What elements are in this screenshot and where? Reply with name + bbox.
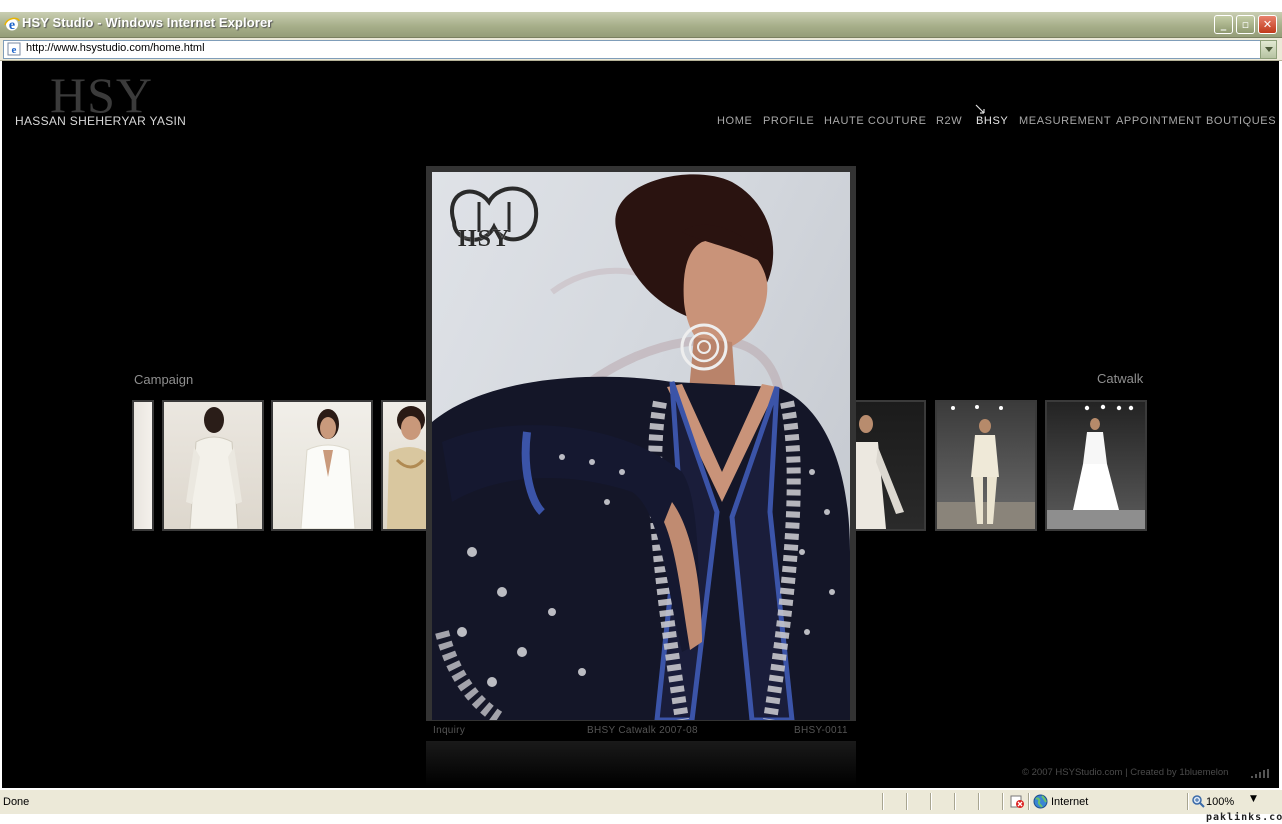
catwalk-thumbnail[interactable]: [854, 400, 926, 531]
campaign-thumbnail[interactable]: [381, 400, 428, 531]
zoom-magnifier-icon[interactable]: [1192, 795, 1205, 808]
nav-measurement[interactable]: MEASUREMENT: [1019, 115, 1111, 127]
site-copyright: © 2007 HSYStudio.com | Created by 1bluem…: [1022, 767, 1229, 778]
status-divider: [1187, 793, 1189, 810]
zoom-dropdown-chevron-icon[interactable]: ▼: [1250, 794, 1257, 804]
page-viewport: HSY HASSAN SHEHERYAR YASIN HOME PROFILE …: [2, 61, 1279, 788]
internet-zone-globe-icon[interactable]: [1033, 794, 1048, 809]
site-logo-name[interactable]: HASSAN SHEHERYAR YASIN: [15, 114, 186, 128]
catwalk-thumbnail[interactable]: [935, 400, 1037, 531]
campaign-thumbnail[interactable]: [132, 400, 154, 531]
featured-item-code: BHSY-0011: [794, 725, 848, 736]
catwalk-photo-runway: [1047, 404, 1145, 529]
nav-boutiques[interactable]: BOUTIQUES: [1206, 115, 1276, 127]
featured-reflection: [426, 741, 856, 786]
page-icon: e: [7, 42, 21, 56]
status-divider: [978, 793, 980, 810]
sound-bars-icon[interactable]: [1251, 769, 1269, 778]
nav-bhsy[interactable]: BHSY: [976, 115, 1008, 127]
minimize-button[interactable]: _: [1214, 15, 1233, 34]
nav-haute-couture[interactable]: HAUTE COUTURE: [824, 115, 927, 127]
nav-home[interactable]: HOME: [717, 115, 752, 127]
catwalk-label[interactable]: Catwalk: [1097, 371, 1143, 386]
nav-profile[interactable]: PROFILE: [763, 115, 814, 127]
watermark-text: paklinks.com: [1206, 812, 1282, 823]
address-url: http://www.hsystudio.com/home.html: [26, 42, 205, 54]
campaign-photo-gold-outfit: [387, 406, 426, 529]
internet-explorer-icon: e: [4, 17, 20, 32]
window-title: HSY Studio - Windows Internet Explorer: [22, 15, 273, 30]
blocked-content-icon[interactable]: [1010, 795, 1025, 809]
security-zone-label: Internet: [1051, 796, 1089, 808]
maximize-button[interactable]: ▫: [1236, 15, 1255, 34]
catwalk-photo-model: [856, 415, 904, 529]
campaign-thumbnail[interactable]: [271, 400, 373, 531]
featured-image[interactable]: HSY: [432, 172, 850, 720]
catwalk-thumbnail[interactable]: [1045, 400, 1147, 531]
featured-image-frame: HSY: [426, 166, 856, 721]
status-divider: [1028, 793, 1030, 810]
status-divider: [930, 793, 932, 810]
close-button[interactable]: ✕: [1258, 15, 1277, 34]
address-bar: e http://www.hsystudio.com/home.html: [0, 38, 1282, 61]
campaign-thumbnail[interactable]: [162, 400, 264, 531]
status-divider: [954, 793, 956, 810]
nav-appointment[interactable]: APPOINTMENT: [1116, 115, 1202, 127]
campaign-photo-back-view: [186, 407, 242, 529]
campaign-photo-white-outfit: [300, 409, 356, 529]
browser-status-bar: Done Internet 100% ▼: [0, 789, 1282, 814]
mouse-cursor-icon: [975, 104, 985, 114]
hsy-brand-text: HSY: [458, 226, 511, 252]
catwalk-photo-runway: [937, 405, 1035, 529]
nav-r2w[interactable]: R2W: [936, 115, 962, 127]
zoom-level[interactable]: 100%: [1206, 796, 1234, 808]
status-divider: [906, 793, 908, 810]
status-text: Done: [3, 796, 30, 808]
window-title-bar[interactable]: e HSY Studio - Windows Internet Explorer…: [0, 12, 1282, 38]
campaign-label[interactable]: Campaign: [134, 372, 193, 387]
status-divider: [1002, 793, 1004, 810]
address-dropdown-button[interactable]: [1260, 40, 1277, 59]
featured-collection-caption: BHSY Catwalk 2007-08: [587, 725, 698, 736]
address-field[interactable]: e http://www.hsystudio.com/home.html: [3, 40, 1263, 59]
inquiry-link[interactable]: Inquiry: [433, 725, 465, 736]
svg-text:e: e: [12, 44, 17, 56]
status-divider: [882, 793, 884, 810]
